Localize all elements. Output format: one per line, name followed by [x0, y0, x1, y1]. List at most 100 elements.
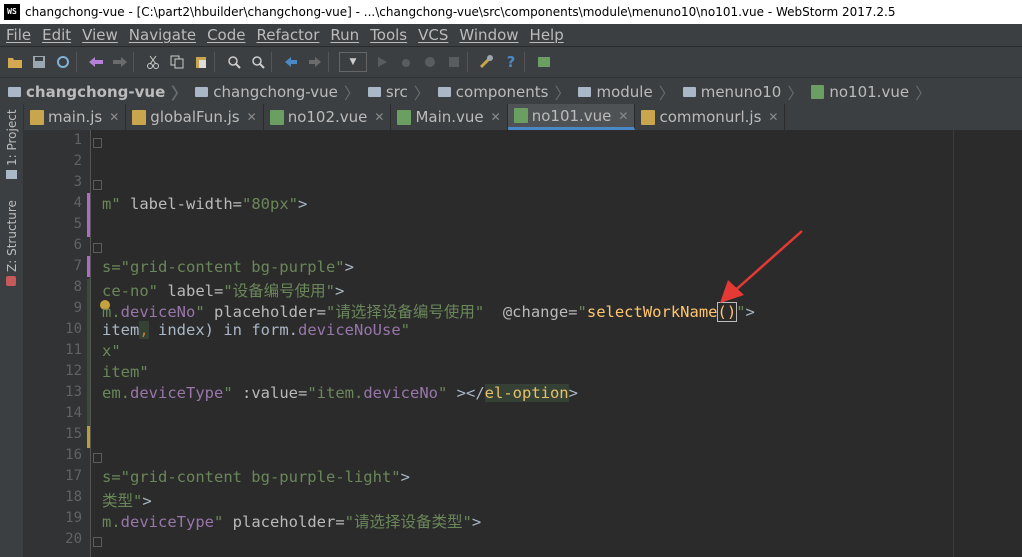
breadcrumb-item-root[interactable]: changchong-vue 〉 — [195, 80, 360, 104]
breadcrumb-item-src[interactable]: src 〉 — [367, 80, 430, 104]
breadcrumb-item-project[interactable]: changchong-vue 〉 — [8, 80, 187, 104]
toolbar-separator — [133, 52, 134, 72]
fold-marker-icon[interactable] — [93, 453, 102, 463]
line-number: 19 — [65, 510, 82, 526]
line-number-gutter[interactable]: 1 2 3 4 5 6 7 8 9 10 11 12 13 14 15 16 1… — [24, 130, 91, 557]
code-line-18: 类型"> — [102, 492, 152, 510]
folder-icon — [8, 86, 21, 97]
js-file-icon — [641, 109, 656, 125]
code-line-13: em.deviceType" :value="item.deviceNo" ><… — [102, 384, 578, 402]
line-number: 10 — [65, 321, 82, 337]
fold-marker-icon[interactable] — [93, 243, 102, 253]
settings-icon[interactable] — [478, 53, 496, 71]
copy-icon[interactable] — [168, 53, 186, 71]
webstorm-logo-icon: WS — [4, 4, 20, 20]
line-number: 13 — [65, 384, 82, 400]
window-title: changchong-vue - [C:\part2\hbuilder\chan… — [25, 5, 896, 19]
fold-marker-icon[interactable] — [93, 180, 102, 190]
menu-file[interactable]: File — [0, 26, 36, 44]
code-line-7: s="grid-content bg-purple"> — [102, 258, 354, 276]
toolbar-separator — [271, 52, 272, 72]
replace-icon[interactable] — [249, 53, 267, 71]
vcs-change-marker — [87, 279, 90, 426]
undo-icon[interactable] — [87, 53, 105, 71]
fold-marker-icon[interactable] — [93, 138, 102, 148]
cut-icon[interactable] — [144, 53, 162, 71]
menu-edit[interactable]: Edit — [36, 26, 76, 44]
vue-file-icon — [811, 84, 825, 99]
menu-refactor[interactable]: Refactor — [250, 26, 324, 44]
forward-icon[interactable] — [306, 53, 324, 71]
tab-main-vue[interactable]: Main.vue ✕ — [391, 104, 508, 130]
menu-window[interactable]: Window — [453, 26, 523, 44]
code-line-17: s="grid-content bg-purple-light"> — [102, 468, 410, 486]
structure-icon — [6, 276, 16, 286]
breadcrumb-item-file[interactable]: no101.vue 〉 — [811, 80, 931, 104]
toolbar-separator — [328, 52, 329, 72]
line-number: 16 — [65, 447, 82, 463]
vue-file-icon — [397, 109, 412, 125]
js-file-icon — [132, 109, 147, 125]
tool-window-project[interactable]: 1: Project — [5, 109, 19, 166]
coverage-icon[interactable] — [421, 53, 439, 71]
line-number: 11 — [65, 342, 82, 358]
tab-globalfun-js[interactable]: globalFun.js ✕ — [126, 104, 264, 130]
line-number: 14 — [65, 405, 82, 421]
js-file-icon — [30, 109, 44, 125]
tab-no102-vue[interactable]: no102.vue ✕ — [264, 104, 392, 130]
line-number: 5 — [73, 216, 82, 232]
close-icon[interactable]: ✕ — [768, 110, 778, 124]
menu-help[interactable]: Help — [524, 26, 569, 44]
tool-window-structure[interactable]: Z: Structure — [5, 200, 19, 272]
breadcrumb-item-module[interactable]: module 〉 — [578, 80, 675, 104]
menu-vcs[interactable]: VCS — [412, 26, 453, 44]
open-folder-icon[interactable] — [6, 53, 24, 71]
save-icon[interactable] — [30, 53, 48, 71]
breadcrumb-item-menuno10[interactable]: menuno10 〉 — [682, 80, 803, 104]
menu-view[interactable]: View — [76, 26, 123, 44]
debug-icon[interactable] — [397, 53, 415, 71]
close-icon[interactable]: ✕ — [109, 110, 119, 124]
menu-bar: File Edit View Navigate Code Refactor Ru… — [0, 24, 1022, 46]
tab-no101-vue[interactable]: no101.vue ✕ — [507, 104, 636, 130]
menu-tools[interactable]: Tools — [364, 26, 412, 44]
close-icon[interactable]: ✕ — [374, 110, 384, 124]
line-number: 18 — [65, 489, 82, 505]
close-icon[interactable]: ✕ — [618, 109, 628, 123]
toolbar-separator — [524, 52, 525, 72]
close-icon[interactable]: ✕ — [247, 110, 257, 124]
code-line-19: m.deviceType" placeholder="请选择设备类型"> — [102, 513, 482, 531]
menu-code[interactable]: Code — [201, 26, 250, 44]
back-icon[interactable] — [282, 53, 300, 71]
redo-icon[interactable] — [111, 53, 129, 71]
tab-commonurl-js[interactable]: commonurl.js ✕ — [635, 104, 786, 130]
close-icon[interactable]: ✕ — [491, 110, 501, 124]
editor-tabs: main.js ✕ globalFun.js ✕ no102.vue ✕ Main.v… — [24, 104, 1022, 131]
main-toolbar: ▼ ? — [0, 46, 1022, 77]
folder-icon — [367, 86, 381, 97]
left-tool-window-bar: 1: Project Z: Structure — [0, 104, 24, 557]
run-config-combo[interactable]: ▼ — [339, 52, 367, 72]
code-editor[interactable]: 1 2 3 4 5 6 7 8 9 10 11 12 13 14 15 16 1… — [24, 130, 1022, 557]
find-icon[interactable] — [225, 53, 243, 71]
paste-icon[interactable] — [192, 53, 210, 71]
vue-file-icon — [269, 109, 284, 125]
sync-icon[interactable] — [54, 53, 72, 71]
menu-navigate[interactable]: Navigate — [123, 26, 201, 44]
code-line-9: m.deviceNo" placeholder="请选择设备编号使用" @cha… — [102, 302, 755, 322]
folder-icon — [578, 86, 592, 97]
logo-text: WS — [7, 7, 17, 16]
line-number: 7 — [73, 258, 82, 274]
annotation-arrow-icon — [720, 230, 803, 303]
run-icon[interactable] — [373, 53, 391, 71]
tab-main-js[interactable]: main.js ✕ — [24, 104, 127, 130]
menu-run[interactable]: Run — [324, 26, 364, 44]
vcs-change-marker — [87, 426, 90, 448]
terminal-icon[interactable] — [535, 53, 553, 71]
vcs-change-marker — [87, 256, 90, 277]
stop-icon[interactable] — [445, 53, 463, 71]
help-icon[interactable]: ? — [502, 53, 520, 71]
fold-marker-icon[interactable] — [93, 537, 102, 547]
breadcrumb-item-components[interactable]: components 〉 — [437, 80, 570, 104]
line-number: 6 — [73, 237, 82, 253]
